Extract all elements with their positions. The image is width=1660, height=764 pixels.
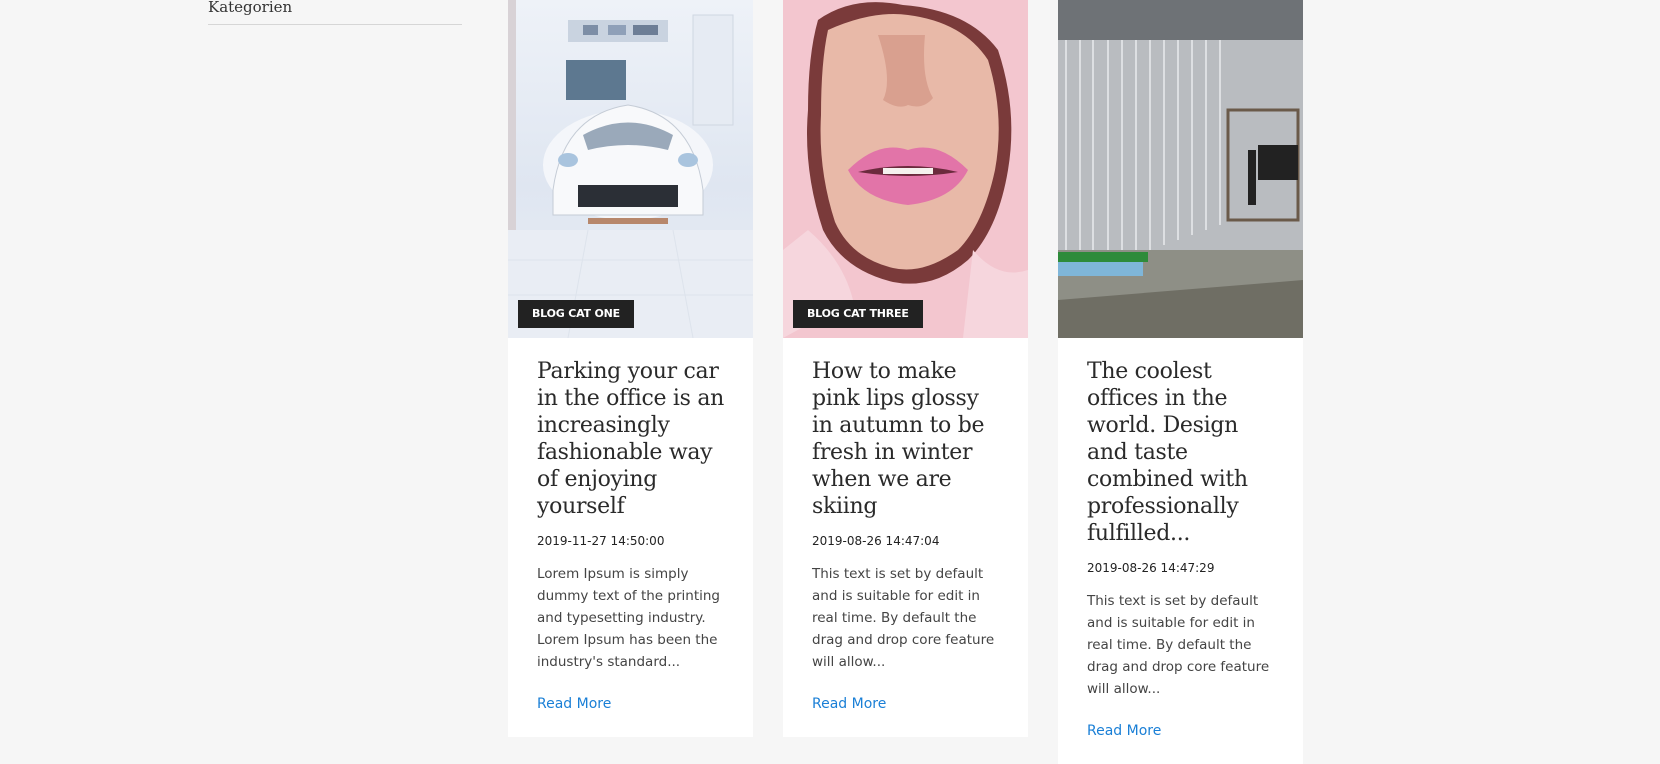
read-more-link[interactable]: Read More [1087, 723, 1161, 739]
blog-card: The coolest offices in the world. Design… [1058, 0, 1303, 764]
blog-card-body: How to make pink lips glossy in autumn t… [783, 338, 1028, 737]
category-badge[interactable]: BLOG CAT ONE [518, 300, 634, 328]
blog-card-image-car[interactable]: BLOG CAT ONE [508, 0, 753, 338]
blog-card-image-lips[interactable]: BLOG CAT THREE [783, 0, 1028, 338]
blog-card: BLOG CAT ONE Parking your car in the off… [508, 0, 753, 737]
sidebar: Kategorien [208, 0, 462, 25]
sidebar-heading-categories: Kategorien [208, 0, 462, 25]
blog-card-excerpt: This text is set by default and is suita… [812, 566, 995, 670]
blog-card-date: 2019-08-26 14:47:04 [812, 534, 940, 548]
blog-card-title[interactable]: Parking your car in the office is an inc… [537, 358, 729, 520]
blog-card-date: 2019-11-27 14:50:00 [537, 534, 665, 548]
blog-card-excerpt: This text is set by default and is suita… [1087, 593, 1270, 697]
blog-card-title[interactable]: The coolest offices in the world. Design… [1087, 358, 1279, 547]
blog-card-body: The coolest offices in the world. Design… [1058, 338, 1303, 764]
blog-card-date: 2019-08-26 14:47:29 [1087, 561, 1215, 575]
blog-card-body: Parking your car in the office is an inc… [508, 338, 753, 737]
blog-card-title[interactable]: How to make pink lips glossy in autumn t… [812, 358, 1004, 520]
car-showroom-image [508, 0, 753, 338]
office-interior-image [1058, 0, 1303, 338]
read-more-link[interactable]: Read More [812, 696, 886, 712]
blog-card: BLOG CAT THREE How to make pink lips glo… [783, 0, 1028, 737]
blog-card-excerpt: Lorem Ipsum is simply dummy text of the … [537, 566, 720, 670]
blog-card-image-office[interactable] [1058, 0, 1303, 338]
blog-page: Kategorien BLOG CAT ONE Parking your car… [0, 0, 1660, 764]
pink-lips-image [783, 0, 1028, 338]
read-more-link[interactable]: Read More [537, 696, 611, 712]
category-badge[interactable]: BLOG CAT THREE [793, 300, 923, 328]
